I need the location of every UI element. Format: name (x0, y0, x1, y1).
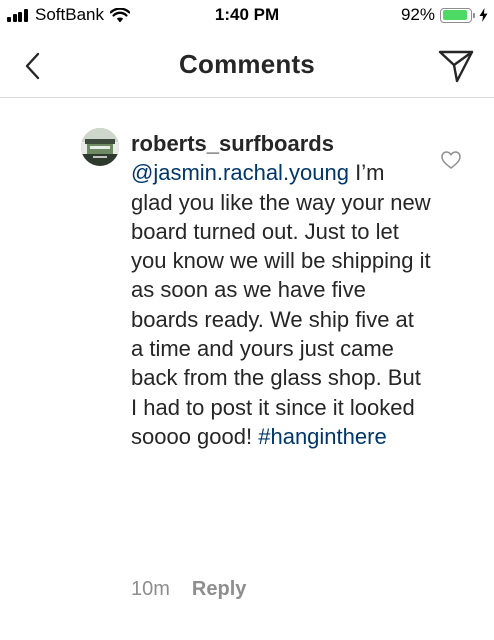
battery-cap (473, 12, 475, 18)
comment-text: I’m glad you like the way your new board… (131, 160, 431, 449)
reply-button[interactable]: Reply (192, 578, 246, 601)
status-right: 92% (401, 4, 488, 26)
share-button[interactable] (436, 47, 476, 85)
comment-time: 10m (131, 578, 170, 600)
battery-level (442, 10, 468, 20)
comment-body: roberts_surfboards @jasmin.rachal.young … (131, 129, 431, 451)
status-bar: SoftBank 1:40 PM 92% (0, 0, 494, 32)
navigation-header: Comments (0, 32, 494, 98)
heart-outline-icon (441, 151, 461, 169)
comment-meta: 10m Reply (131, 578, 246, 601)
avatar-image (81, 128, 119, 166)
battery-percent: 92% (400, 5, 435, 24)
comment-username[interactable]: roberts_surfboards (131, 129, 431, 158)
comment-hashtag[interactable]: #hanginthere (258, 424, 386, 449)
page-title: Comments (179, 49, 315, 79)
avatar[interactable] (81, 128, 119, 166)
battery-icon (440, 7, 472, 23)
paper-plane-icon (438, 50, 474, 83)
like-button[interactable] (439, 149, 463, 171)
comment-mention[interactable]: @jasmin.rachal.young (131, 160, 349, 185)
charging-bolt-icon (479, 8, 488, 22)
